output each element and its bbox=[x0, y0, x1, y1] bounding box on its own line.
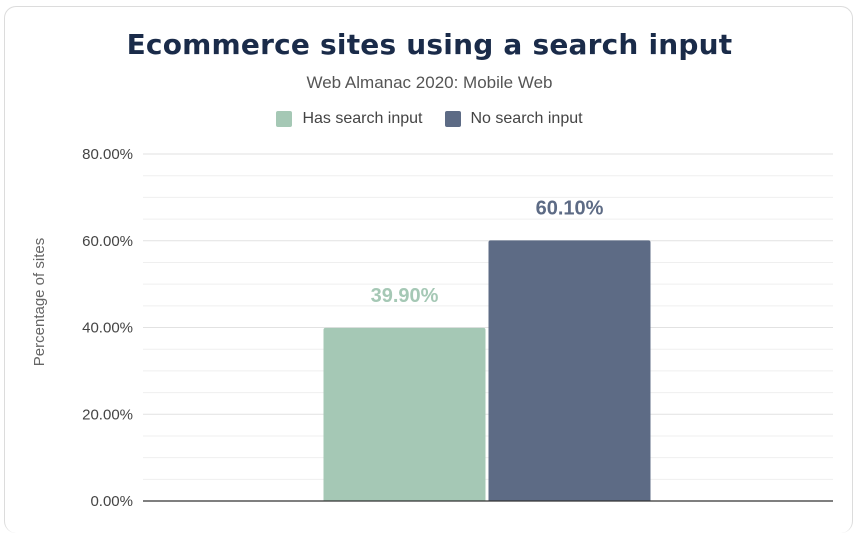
y-axis-ticks: 0.00% 20.00% 40.00% 60.00% 80.00% bbox=[82, 146, 133, 510]
y-tick-label: 20.00% bbox=[82, 406, 133, 423]
y-tick-label: 0.00% bbox=[90, 493, 133, 510]
chart-plot: 0.00% 20.00% 40.00% 60.00% 80.00% Percentage… bbox=[31, 146, 833, 510]
y-axis-label: Percentage of sites bbox=[31, 238, 48, 366]
y-tick-label: 60.00% bbox=[82, 233, 133, 250]
y-tick-label: 80.00% bbox=[82, 146, 133, 163]
bar-has-search-input[interactable] bbox=[323, 327, 486, 501]
data-label-no-search-input: 60.10% bbox=[536, 197, 604, 219]
data-label-has-search-input: 39.90% bbox=[371, 285, 439, 307]
gridlines bbox=[143, 153, 833, 480]
bar-no-search-input[interactable] bbox=[488, 240, 651, 501]
y-tick-label: 40.00% bbox=[82, 320, 133, 337]
